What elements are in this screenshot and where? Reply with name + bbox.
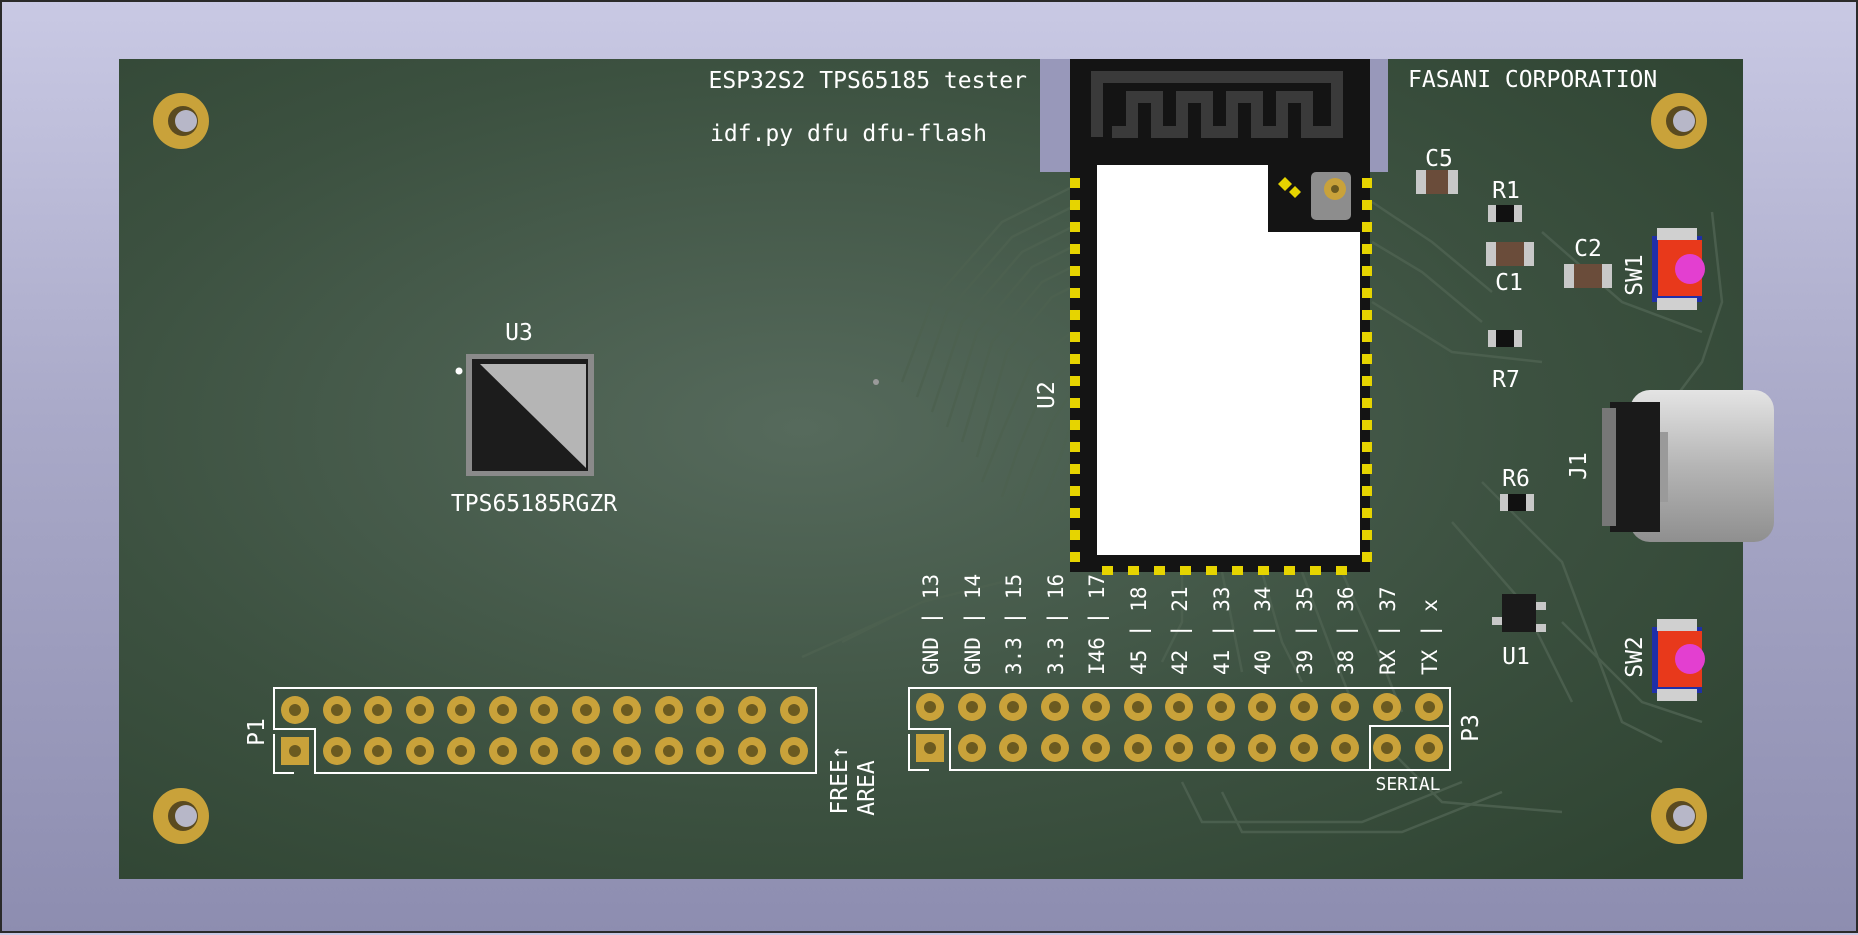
esp32-module	[1070, 59, 1370, 572]
p3-pin-label: RX | 37	[1376, 586, 1401, 675]
c1-label: C1	[1495, 270, 1523, 296]
serial-label: SERIAL	[1375, 774, 1440, 795]
board-title: ESP32S2 TPS65185 tester	[709, 68, 1028, 94]
c5-label: C5	[1425, 146, 1453, 172]
p3-pin-label: 45 | 18	[1127, 586, 1152, 675]
p3-pin-label: TX | x	[1418, 599, 1443, 675]
free-area-label-2: AREA	[854, 760, 880, 816]
company-name: FASANI CORPORATION	[1408, 67, 1657, 93]
p3-pin-label: GND | 13	[919, 574, 944, 675]
r6-label: R6	[1502, 466, 1530, 492]
p3-pin-label: 40 | 34	[1251, 586, 1276, 675]
u1-label: U1	[1502, 644, 1530, 670]
pcb-3d-viewer[interactable]: ESP32S2 TPS65185 tester idf.py dfu dfu-f…	[0, 0, 1858, 933]
u3-chip	[455, 354, 594, 476]
sw2-button	[1652, 619, 1705, 701]
p3-pin-label: 41 | 33	[1210, 586, 1235, 675]
sw2-label: SW2	[1622, 636, 1648, 678]
free-area-label-1: FREE↑	[827, 745, 853, 814]
r7-label: R7	[1492, 367, 1520, 393]
p3-pin-label: 3.3 | 15	[1002, 574, 1027, 675]
p3-pin-label: 38 | 36	[1334, 586, 1359, 675]
p3-pin-label: 3.3 | 16	[1044, 574, 1069, 675]
p3-pin-label: 42 | 21	[1168, 586, 1193, 675]
r1-label: R1	[1492, 178, 1520, 204]
sw1-label: SW1	[1622, 254, 1648, 296]
u2-label: U2	[1034, 381, 1060, 409]
board-command: idf.py dfu dfu-flash	[710, 121, 987, 147]
u3-label: U3	[505, 320, 533, 346]
p3-pin-label: I46 | 17	[1085, 574, 1110, 675]
c2-label: C2	[1574, 236, 1602, 262]
pcb-render: ESP32S2 TPS65185 tester idf.py dfu dfu-f…	[119, 59, 1774, 879]
p3-label: P3	[1458, 714, 1484, 742]
u3-part-label: TPS65185RGZR	[451, 491, 617, 517]
via	[873, 379, 879, 385]
sw1-button	[1652, 228, 1705, 310]
usb-c-connector	[1602, 390, 1774, 542]
p3-pin-label: 39 | 35	[1293, 586, 1318, 675]
p1-label: P1	[244, 718, 270, 746]
p3-pin-label: GND | 14	[961, 574, 986, 675]
j1-label: J1	[1566, 452, 1592, 480]
